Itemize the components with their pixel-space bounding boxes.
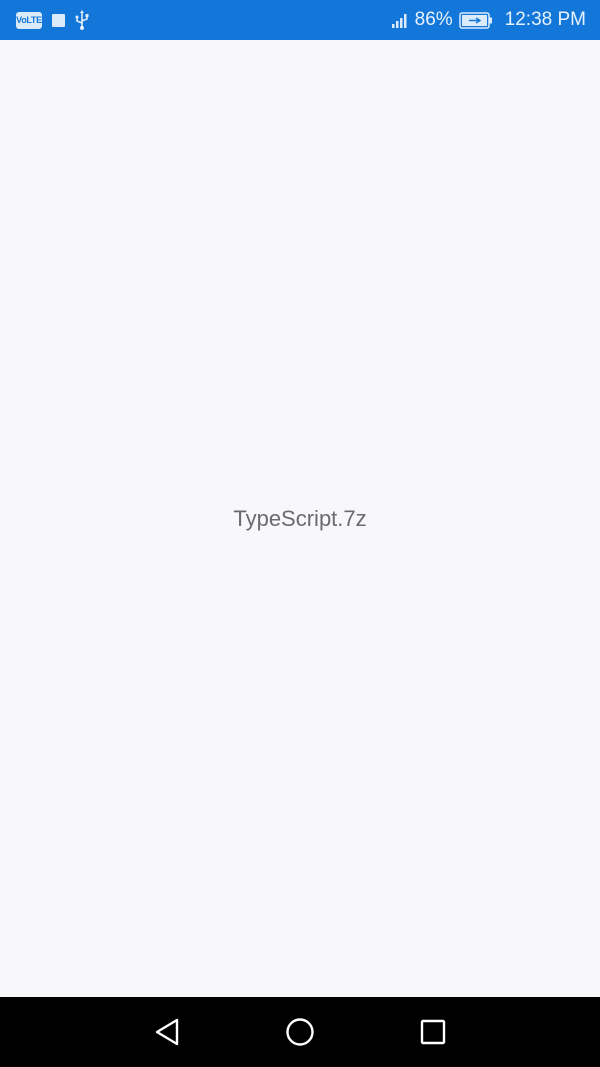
volte-icon: VoLTE <box>16 11 42 29</box>
signal-icon <box>391 14 407 28</box>
status-icons-left: VoLTE <box>16 9 89 31</box>
navigation-bar <box>0 997 600 1067</box>
main-content: TypeScript.7z <box>0 40 600 997</box>
battery-percent: 86% <box>414 9 453 30</box>
notification-square-icon <box>52 13 65 27</box>
status-icons-right: 86% 12:38 PM <box>391 8 586 32</box>
battery-charging-icon <box>458 11 492 29</box>
usb-icon <box>75 10 89 30</box>
recents-icon[interactable] <box>415 1014 451 1050</box>
back-icon[interactable] <box>149 1014 185 1050</box>
status-bar: VoLTE 86% 12:38 PM <box>0 0 600 40</box>
clock: 12:38 PM <box>504 9 586 30</box>
home-icon[interactable] <box>282 1014 318 1050</box>
file-name-label: TypeScript.7z <box>233 506 367 531</box>
